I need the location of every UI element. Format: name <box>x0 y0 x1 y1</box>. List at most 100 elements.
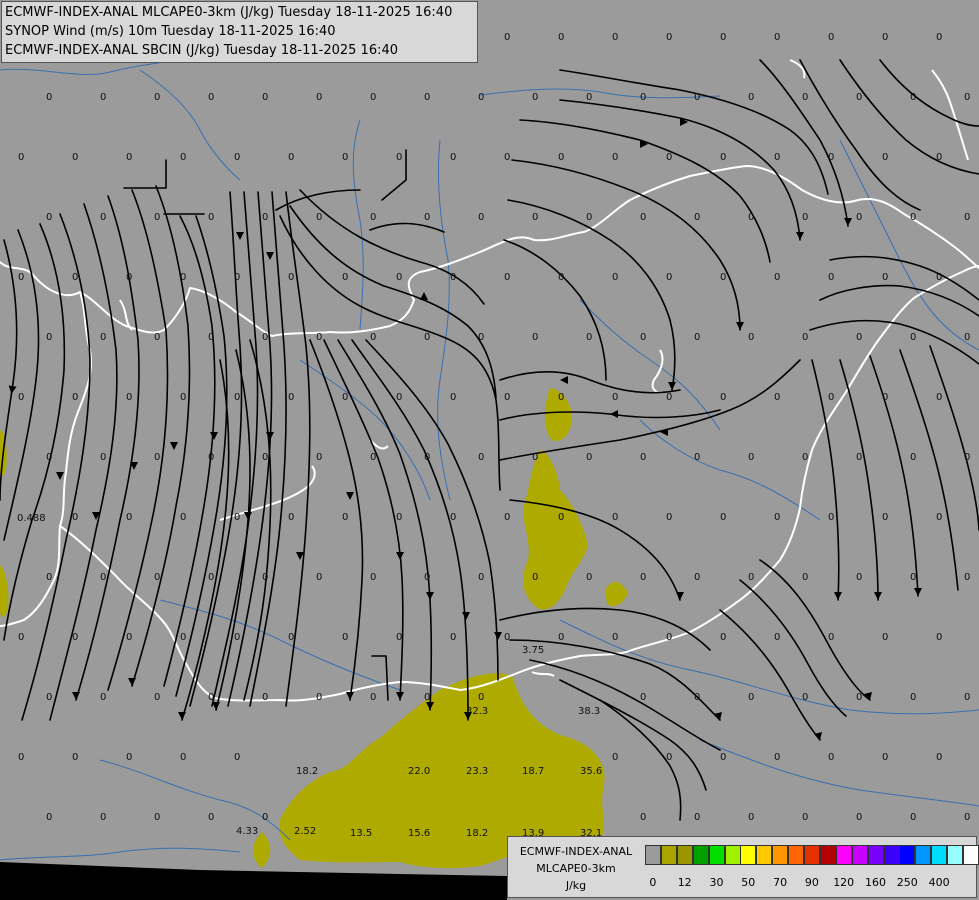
title-line-cape: ECMWF-INDEX-ANAL MLCAPE0-3km (J/kg) Tues… <box>5 5 453 20</box>
value-zero: 0 <box>640 572 646 583</box>
value-zero: 0 <box>856 812 862 823</box>
value-zero: 0 <box>720 752 726 763</box>
value-zero: 0 <box>396 152 402 163</box>
value-zero: 0 <box>910 812 916 823</box>
legend-tick-label: 50 <box>741 876 756 889</box>
value-zero: 0 <box>828 392 834 403</box>
value-zero: 0 <box>46 812 52 823</box>
legend-swatch <box>899 845 916 865</box>
value-zero: 0 <box>666 392 672 403</box>
legend-swatch <box>740 845 757 865</box>
value-zero: 0 <box>748 692 754 703</box>
value-zero: 0 <box>450 392 456 403</box>
value-zero: 0 <box>640 212 646 223</box>
value-zero: 0 <box>774 392 780 403</box>
legend-subtitle: MLCAPE0-3km <box>536 862 616 875</box>
legend-swatch <box>851 845 868 865</box>
value-zero: 0 <box>46 692 52 703</box>
legend-swatch <box>692 845 709 865</box>
value-zero: 0 <box>694 572 700 583</box>
value-zero: 0 <box>666 272 672 283</box>
value-zero: 0 <box>558 272 564 283</box>
value-zero: 0 <box>234 752 240 763</box>
value-zero: 0 <box>154 692 160 703</box>
value-label: 35.6 <box>580 766 602 777</box>
value-zero: 0 <box>18 152 24 163</box>
value-zero: 0 <box>802 212 808 223</box>
value-zero: 0 <box>964 212 970 223</box>
value-zero: 0 <box>288 152 294 163</box>
legend-swatch <box>676 845 693 865</box>
value-zero: 0 <box>208 212 214 223</box>
value-zero: 0 <box>316 572 322 583</box>
value-zero: 0 <box>720 32 726 43</box>
value-zero: 0 <box>936 512 942 523</box>
value-zero: 0 <box>640 812 646 823</box>
value-zero: 0 <box>774 512 780 523</box>
value-zero: 0 <box>532 452 538 463</box>
value-zero: 0 <box>424 692 430 703</box>
value-zero: 0 <box>748 452 754 463</box>
value-zero: 0 <box>936 752 942 763</box>
value-zero: 0 <box>856 692 862 703</box>
value-label: 23.3 <box>466 766 488 777</box>
value-zero: 0 <box>288 272 294 283</box>
value-zero: 0 <box>612 752 618 763</box>
value-zero: 0 <box>262 692 268 703</box>
value-zero: 0 <box>46 452 52 463</box>
value-zero: 0 <box>748 572 754 583</box>
value-zero: 0 <box>586 452 592 463</box>
value-zero: 0 <box>802 452 808 463</box>
value-zero: 0 <box>856 212 862 223</box>
value-zero: 0 <box>504 632 510 643</box>
value-zero: 0 <box>964 812 970 823</box>
value-zero: 0 <box>720 632 726 643</box>
value-zero: 0 <box>100 692 106 703</box>
value-zero: 0 <box>694 212 700 223</box>
value-zero: 0 <box>586 212 592 223</box>
value-zero: 0 <box>262 212 268 223</box>
value-zero: 0 <box>154 212 160 223</box>
legend-tick-label: 120 <box>833 876 855 889</box>
value-zero: 0 <box>100 572 106 583</box>
legend-swatch <box>819 845 836 865</box>
value-zero: 0 <box>316 92 322 103</box>
value-zero: 0 <box>936 152 942 163</box>
value-label: 18.2 <box>466 828 488 839</box>
value-zero: 0 <box>856 572 862 583</box>
legend-tick-label: 160 <box>865 876 886 889</box>
legend-tick-label: 250 <box>896 876 918 889</box>
legend-swatch <box>804 845 820 865</box>
legend-swatch <box>883 845 900 865</box>
value-zero: 0 <box>774 752 780 763</box>
value-zero: 0 <box>856 92 862 103</box>
value-zero: 0 <box>964 452 970 463</box>
legend-swatch <box>724 845 741 865</box>
value-zero: 0 <box>936 32 942 43</box>
value-zero: 0 <box>802 332 808 343</box>
value-zero: 0 <box>208 332 214 343</box>
value-zero: 0 <box>208 452 214 463</box>
value-zero: 0 <box>424 92 430 103</box>
value-zero: 0 <box>882 152 888 163</box>
value-zero: 0 <box>424 572 430 583</box>
value-zero: 0 <box>882 32 888 43</box>
value-zero: 0 <box>856 332 862 343</box>
value-zero: 0 <box>910 572 916 583</box>
value-zero: 0 <box>666 632 672 643</box>
value-zero: 0 <box>450 512 456 523</box>
value-zero: 0 <box>18 632 24 643</box>
value-zero: 0 <box>478 572 484 583</box>
value-label: 18.7 <box>522 766 544 777</box>
value-zero: 0 <box>450 272 456 283</box>
legend-swatch <box>931 845 948 865</box>
legend-swatch <box>756 845 773 865</box>
value-zero: 0 <box>802 692 808 703</box>
value-zero: 0 <box>288 512 294 523</box>
value-zero: 0 <box>828 632 834 643</box>
value-zero: 0 <box>586 92 592 103</box>
value-zero: 0 <box>720 152 726 163</box>
value-zero: 0 <box>774 152 780 163</box>
value-zero: 0 <box>640 692 646 703</box>
value-zero: 0 <box>828 152 834 163</box>
